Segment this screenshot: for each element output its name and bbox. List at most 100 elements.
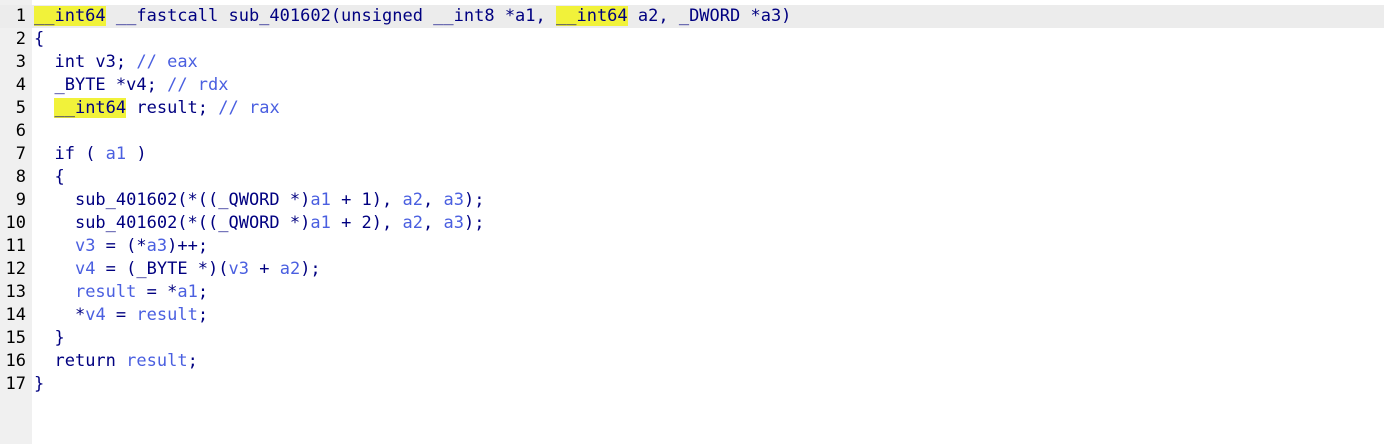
code-token[interactable]: result;: [126, 98, 218, 118]
code-text[interactable]: if ( a1 ): [34, 143, 146, 166]
code-token[interactable]: )++;: [167, 236, 208, 256]
code-token[interactable]: result: [75, 282, 136, 302]
code-token[interactable]: if (: [54, 144, 105, 164]
code-token[interactable]: a3: [147, 236, 167, 256]
line-number: 7: [15, 144, 26, 164]
code-token[interactable]: = *: [136, 282, 178, 302]
code-token[interactable]: ;: [198, 305, 208, 325]
code-token[interactable]: sub_401602(*((_QWORD *): [75, 190, 310, 210]
code-text[interactable]: return result;: [34, 350, 198, 373]
code-token[interactable]: = (_BYTE *)(: [95, 259, 229, 279]
code-token[interactable]: _BYTE *v4;: [54, 75, 167, 95]
code-token[interactable]: {: [54, 167, 64, 187]
code-text[interactable]: result = *a1;: [34, 281, 208, 304]
code-token[interactable]: // eax: [136, 52, 197, 72]
highlighted-token[interactable]: __int64: [54, 98, 127, 118]
code-token[interactable]: result: [136, 305, 197, 325]
code-token[interactable]: // rdx: [167, 75, 228, 95]
code-token[interactable]: ,: [423, 190, 443, 210]
code-token[interactable]: v3: [75, 236, 95, 256]
code-token[interactable]: // rax: [218, 98, 279, 118]
code-text[interactable]: _BYTE *v4; // rdx: [34, 74, 228, 97]
code-token[interactable]: {: [34, 29, 44, 49]
code-token[interactable]: = (*: [95, 236, 147, 256]
code-token[interactable]: + 2),: [331, 213, 403, 233]
code-text[interactable]: {: [34, 166, 64, 189]
code-line[interactable]: 3 int v3; // eax: [0, 51, 1384, 74]
code-token[interactable]: v3: [229, 259, 249, 279]
line-number: 2: [15, 29, 26, 49]
code-token[interactable]: }: [34, 374, 44, 394]
highlighted-token[interactable]: __int64: [34, 6, 106, 26]
code-token[interactable]: ;: [188, 351, 198, 371]
code-line[interactable]: 2{: [0, 28, 1384, 51]
code-line[interactable]: 1 __int64 __fastcall sub_401602(unsigned …: [0, 5, 1384, 28]
code-line[interactable]: 11 v3 = (*a3)++;: [0, 235, 1384, 258]
code-token[interactable]: +: [249, 259, 280, 279]
pseudocode-editor[interactable]: 1 __int64 __fastcall sub_401602(unsigned …: [0, 0, 1384, 444]
code-token[interactable]: sub_401602(*((_QWORD *): [75, 213, 310, 233]
line-number: 4: [15, 75, 26, 95]
line-number: 3: [15, 52, 26, 72]
code-line[interactable]: 6: [0, 120, 1384, 143]
code-token[interactable]: a1: [310, 213, 330, 233]
code-token[interactable]: ;: [198, 282, 208, 302]
code-token[interactable]: return: [54, 351, 126, 371]
code-token[interactable]: );: [300, 259, 320, 279]
code-line[interactable]: 8 {: [0, 166, 1384, 189]
code-line[interactable]: 17}: [0, 373, 1384, 396]
code-token[interactable]: a3: [443, 190, 463, 210]
code-token[interactable]: result: [126, 351, 187, 371]
code-line[interactable]: 15 }: [0, 327, 1384, 350]
code-token[interactable]: a3: [443, 213, 463, 233]
code-token[interactable]: );: [464, 190, 484, 210]
line-number: 14: [5, 305, 26, 325]
code-token[interactable]: }: [54, 328, 64, 348]
code-token[interactable]: a1: [177, 282, 197, 302]
code-text[interactable]: int v3; // eax: [34, 51, 197, 74]
code-token[interactable]: );: [464, 213, 484, 233]
code-token[interactable]: a2, _DWORD *a3): [628, 6, 792, 26]
code-token[interactable]: v4: [85, 305, 105, 325]
line-number: 15: [5, 328, 26, 348]
code-line[interactable]: 4 _BYTE *v4; // rdx: [0, 74, 1384, 97]
code-text[interactable]: v3 = (*a3)++;: [34, 235, 208, 258]
code-text[interactable]: sub_401602(*((_QWORD *)a1 + 2), a2, a3);: [34, 212, 484, 235]
code-token[interactable]: a1: [106, 144, 126, 164]
code-token[interactable]: a2: [280, 259, 300, 279]
code-line[interactable]: 14 *v4 = result;: [0, 304, 1384, 327]
code-text[interactable]: sub_401602(*((_QWORD *)a1 + 1), a2, a3);: [34, 189, 484, 212]
code-token[interactable]: int v3;: [54, 52, 136, 72]
code-text[interactable]: }: [34, 327, 64, 350]
code-token[interactable]: a2: [403, 190, 423, 210]
code-line[interactable]: 5 __int64 result; // rax: [0, 97, 1384, 120]
code-text[interactable]: __int64 __fastcall sub_401602(unsigned _…: [34, 5, 791, 28]
code-line[interactable]: 9 sub_401602(*((_QWORD *)a1 + 1), a2, a3…: [0, 189, 1384, 212]
code-token[interactable]: a1: [310, 190, 330, 210]
code-token[interactable]: a2: [403, 213, 423, 233]
code-line[interactable]: 12 v4 = (_BYTE *)(v3 + a2);: [0, 258, 1384, 281]
code-text[interactable]: }: [34, 373, 44, 396]
line-number: 17: [5, 374, 26, 394]
code-token[interactable]: + 1),: [331, 190, 403, 210]
code-text[interactable]: __int64 result; // rax: [34, 97, 280, 120]
code-token[interactable]: v4: [75, 259, 95, 279]
code-token[interactable]: ): [126, 144, 146, 164]
code-line[interactable]: 16 return result;: [0, 350, 1384, 373]
code-token[interactable]: __fastcall sub_401602(unsigned __int8 *a…: [106, 6, 556, 26]
code-line[interactable]: 7 if ( a1 ): [0, 143, 1384, 166]
code-token[interactable]: *: [75, 305, 85, 325]
code-text[interactable]: {: [34, 28, 44, 51]
code-token[interactable]: =: [106, 305, 137, 325]
code-line[interactable]: 13 result = *a1;: [0, 281, 1384, 304]
code-text[interactable]: *v4 = result;: [34, 304, 208, 327]
code-token[interactable]: ,: [423, 213, 443, 233]
highlighted-token[interactable]: __int64: [556, 6, 628, 26]
code-text[interactable]: v4 = (_BYTE *)(v3 + a2);: [34, 258, 321, 281]
code-line[interactable]: 10 sub_401602(*((_QWORD *)a1 + 2), a2, a…: [0, 212, 1384, 235]
